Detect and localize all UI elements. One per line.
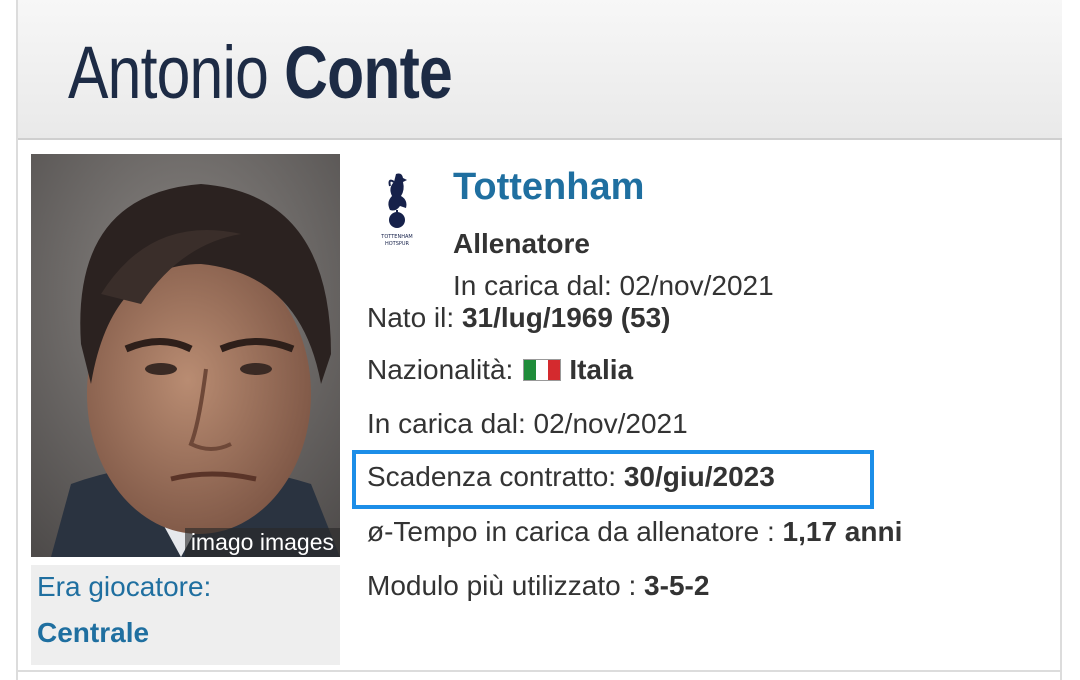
italy-flag-icon [523,359,562,381]
profile-header: Antonio Conte [18,0,1062,140]
svg-text:TOTTENHAM: TOTTENHAM [380,234,412,240]
tenure-value: 1,17 anni [782,516,903,547]
nationality-label: Nazionalità: [367,354,514,385]
birth-value: 31/lug/1969 (53) [461,302,671,333]
since-value: 02/nov/2021 [533,408,688,439]
formation-row: Modulo più utilizzato : 3-5-2 [367,570,709,602]
card-bottom-divider [18,670,1062,672]
nationality-value: Italia [569,354,634,385]
first-name: Antonio [68,31,269,114]
photo-credit: imago images [184,528,340,557]
birth-label: Nato il: [367,302,455,333]
era-label: Era giocatore: [37,571,212,602]
tottenham-crest-icon[interactable]: TOTTENHAM HOTSPUR [372,170,422,250]
player-career-box: Era giocatore: Centrale [31,565,340,665]
module-label: Modulo più utilizzato : [367,570,637,601]
tenure-row: ø-Tempo in carica da allenatore : 1,17 a… [367,516,902,548]
club-in-charge-since: In carica dal: 02/nov/2021 [453,270,780,302]
module-value: 3-5-2 [644,570,710,601]
portrait-image [31,154,340,557]
page-title: Antonio Conte [68,30,453,115]
contract-highlight-box [352,450,874,509]
club-role: Allenatore [453,228,590,259]
in-charge-since-row: In carica dal: 02/nov/2021 [367,408,688,440]
tenure-label: ø-Tempo in carica da allenatore : [367,516,775,547]
era-position-link[interactable]: Centrale [37,617,149,649]
club-name-link[interactable]: Tottenham [453,166,644,209]
svg-text:HOTSPUR: HOTSPUR [385,241,410,247]
since-label: In carica dal: [367,408,526,439]
nationality-row: Nazionalità: Italia [367,354,633,386]
last-name: Conte [284,31,453,114]
birth-date-row: Nato il: 31/lug/1969 (53) [367,302,671,334]
profile-photo: imago images [31,154,340,557]
